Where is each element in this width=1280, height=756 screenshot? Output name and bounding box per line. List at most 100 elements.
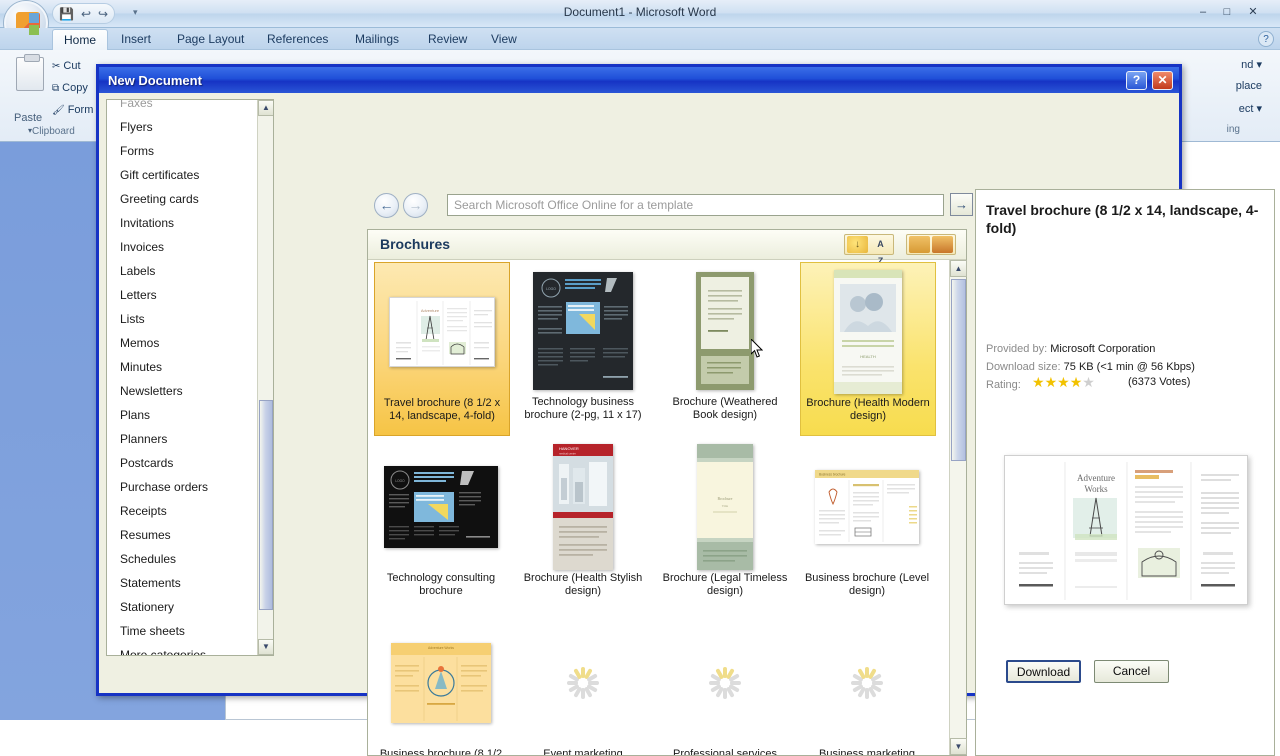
sidebar-item-labels[interactable]: Labels [107,259,257,283]
sidebar-item-invitations[interactable]: Invitations [107,211,257,235]
sidebar-item-plans[interactable]: Plans [107,403,257,427]
dialog-body: Faxes Flyers Forms Gift certificates Greetin… [99,93,1275,756]
template-item[interactable]: HEALTH Brochure (Health Modern design) [800,262,936,436]
template-thumbnail: Business brochure [800,442,934,572]
word-maximize-button[interactable]: □ [1216,4,1238,21]
select-chevron-down-icon: ▾ [1256,103,1262,115]
search-box[interactable] [447,194,944,216]
svg-text:Works: Works [1084,484,1108,494]
svg-text:Adventure: Adventure [421,308,440,313]
find-button[interactable]: nd ▾ [1241,58,1262,71]
paintbrush-icon: 🖌 [52,105,65,116]
sidebar-item-minutes[interactable]: Minutes [107,355,257,379]
replace-button[interactable]: place [1236,80,1262,92]
redo-icon[interactable]: ↪ [98,7,108,21]
dialog-title: New Document [108,72,202,88]
tab-review[interactable]: Review [417,29,478,50]
sort-toolbar-group: ↓ AZ [844,234,894,266]
template-item[interactable]: LOGO Technology consulting brochure [374,438,510,612]
copy-button[interactable]: ⧉ Copy [52,82,88,94]
sidebar-item-purchase-orders[interactable]: Purchase orders [107,475,257,499]
sidebar-item-statements[interactable]: Statements [107,571,257,595]
tab-page-layout[interactable]: Page Layout [166,29,255,50]
sort-by-popularity-icon[interactable]: ↓ [847,236,868,253]
dialog-footer: Download Cancel [99,655,1179,693]
svg-text:Adventure: Adventure [1077,473,1115,483]
sidebar-item-lists[interactable]: Lists [107,307,257,331]
editing-group-label: ing [1226,124,1240,135]
provider-filter-icon[interactable] [932,236,953,253]
customer-submitted-icon[interactable] [909,236,930,253]
help-icon[interactable]: ? [1258,31,1274,47]
sidebar-item-flyers[interactable]: Flyers [107,115,257,139]
dialog-help-button[interactable]: ? [1126,71,1147,90]
gallery-title: Brochures [380,236,451,252]
sidebar-scroll-thumb[interactable] [259,400,273,610]
paste-icon[interactable] [16,54,44,91]
tab-mailings[interactable]: Mailings [344,29,410,50]
dialog-close-button[interactable]: ✕ [1152,71,1173,90]
forward-arrow-icon[interactable]: → [403,193,428,218]
template-thumbnail: HEALTH [801,267,935,397]
gallery-header: Brochures ↓ AZ [368,230,966,266]
gallery-scroll-down-icon[interactable]: ▼ [950,738,967,755]
word-close-button[interactable]: ✕ [1242,4,1264,21]
template-item[interactable]: Brochure Title Brochure (Legal Timeless … [658,438,794,612]
sidebar-scroll-down-icon[interactable]: ▼ [258,639,273,655]
sidebar-item-forms[interactable]: Forms [107,139,257,163]
sidebar-scroll-up-icon[interactable]: ▲ [258,100,273,116]
preview-rating-row: Rating: [986,379,1021,391]
tab-references[interactable]: References [256,29,339,50]
tab-view[interactable]: View [480,29,528,50]
sidebar-item-stationery[interactable]: Stationery [107,595,257,619]
sidebar-item-gift-certificates[interactable]: Gift certificates [107,163,257,187]
select-button[interactable]: ect ▾ [1239,102,1262,115]
undo-icon[interactable]: ↩ [81,7,91,21]
format-painter-button[interactable]: 🖌 Form [52,104,93,116]
sidebar-item-postcards[interactable]: Postcards [107,451,257,475]
paste-button-label[interactable]: Paste [14,112,42,124]
sidebar-item-schedules[interactable]: Schedules [107,547,257,571]
template-caption: Brochure (Weathered Book design) [672,396,778,421]
cut-button[interactable]: ✂ Cut [52,60,81,72]
sidebar-item-planners[interactable]: Planners [107,427,257,451]
word-minimize-button[interactable]: – [1192,4,1214,21]
sidebar-item-time-sheets[interactable]: Time sheets [107,619,257,643]
cancel-button[interactable]: Cancel [1094,660,1169,683]
thumbnail-art-stylish: HANOVER medical center [553,444,613,570]
template-item[interactable]: Adventure Travel brochure (8 1/2 x 14, l… [374,262,510,436]
tab-home[interactable]: Home [52,29,109,50]
chevron-down-icon[interactable]: ▾ [133,7,138,18]
star-filled-icon: ★ [1032,374,1045,390]
template-item[interactable]: Business brochure Business brochure (Lev… [800,438,936,612]
svg-text:HEALTH: HEALTH [860,354,876,359]
download-size-label: Download size: [986,361,1061,373]
download-button[interactable]: Download [1006,660,1081,683]
sidebar-item-invoices[interactable]: Invoices [107,235,257,259]
svg-text:Adventure Works: Adventure Works [428,646,454,650]
sidebar-item-memos[interactable]: Memos [107,331,257,355]
sidebar-item-letters[interactable]: Letters [107,283,257,307]
ribbon-group-clipboard: Paste ▾ ✂ Cut ⧉ Copy 🖌 Form Clipboard [2,52,102,140]
template-item[interactable]: Brochure (Weathered Book design) [658,262,794,436]
sort-alphabetical-icon[interactable]: AZ [870,236,891,266]
sidebar-item-newsletters[interactable]: Newsletters [107,379,257,403]
template-item[interactable]: LOGO Technology business brochure (2-pg,… [516,262,652,436]
sidebar-item-resumes[interactable]: Resumes [107,523,257,547]
template-item[interactable]: HANOVER medical center Brochure (Health … [516,438,652,612]
sidebar-item-receipts[interactable]: Receipts [107,499,257,523]
template-caption: Brochure (Legal Timeless design) [662,572,788,597]
sidebar-scrollbar[interactable]: ▲ ▼ [257,100,273,655]
search-toolbar: ← → → [367,189,973,225]
back-arrow-icon[interactable]: ← [374,193,399,218]
gallery-scroll-up-icon[interactable]: ▲ [950,260,967,277]
gallery-scroll-thumb[interactable] [951,279,966,461]
sidebar-item-faxes[interactable]: Faxes [107,100,257,115]
template-thumbnail: HANOVER medical center [516,442,650,572]
tab-insert[interactable]: Insert [110,29,162,50]
search-input[interactable] [448,195,943,215]
sidebar-item-greeting-cards[interactable]: Greeting cards [107,187,257,211]
star-filled-icon: ★ [1069,374,1083,390]
save-icon[interactable]: 💾 [59,7,74,21]
search-go-button[interactable]: → [950,193,973,216]
